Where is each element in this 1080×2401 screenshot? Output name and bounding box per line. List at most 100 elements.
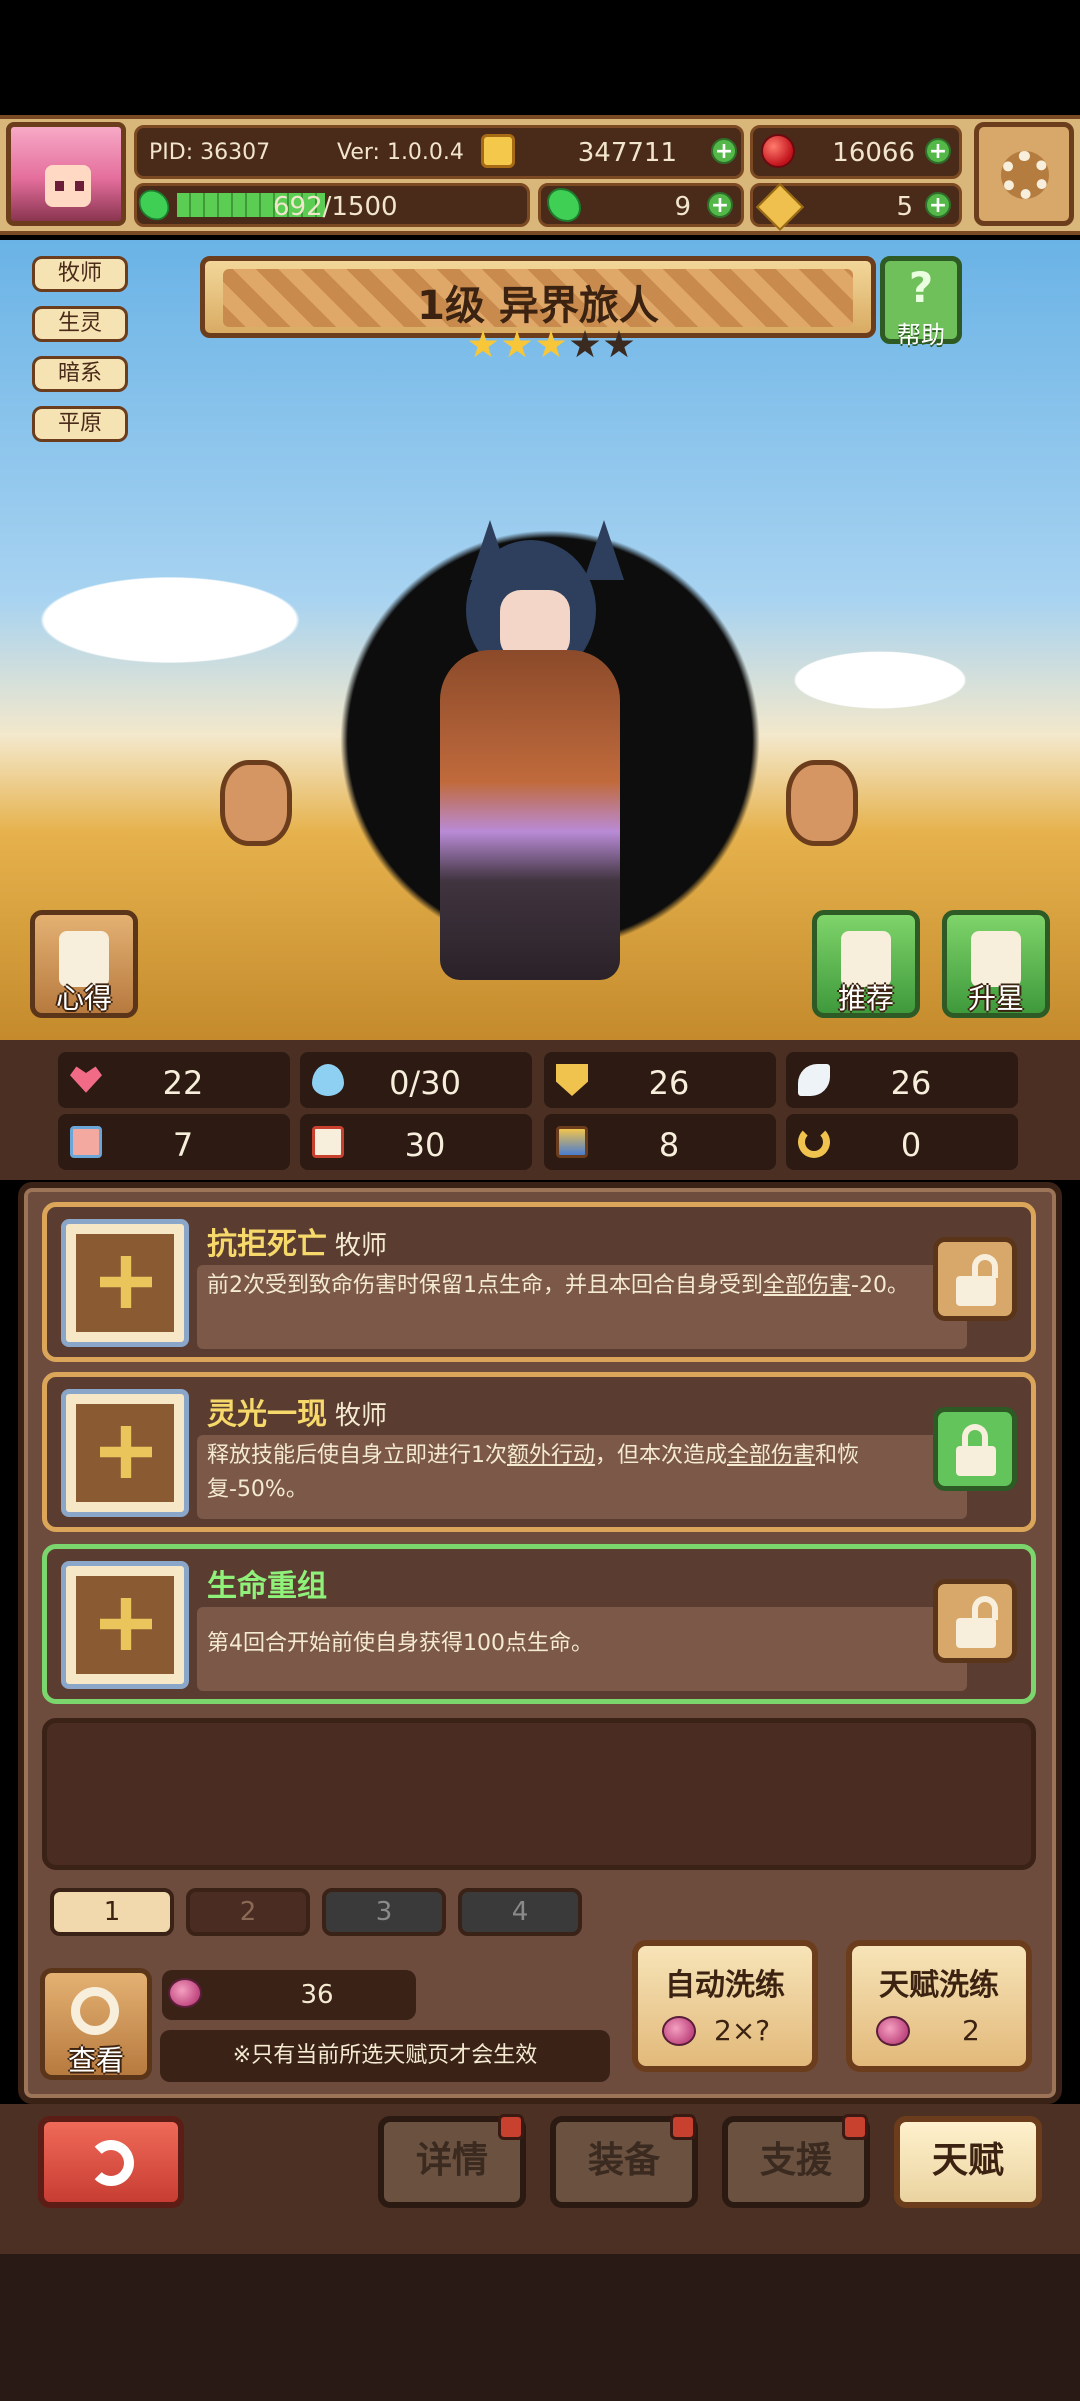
stat-value: 22	[162, 1064, 204, 1102]
desc-text: 前2次受到致命伤害时保留1点生命，并且本回合自身受到	[207, 1273, 763, 1298]
empty-talent-slot	[42, 1718, 1036, 1870]
talent-name: 生命重组	[207, 1561, 327, 1605]
next-hero-button[interactable]	[786, 760, 858, 846]
auto-wash-cost: 2×?	[714, 2014, 771, 2047]
view-label: 查看	[67, 2044, 124, 2077]
auto-wash-button[interactable]: 自动洗练 2×?	[632, 1940, 818, 2072]
exp-bar: 692/1500	[134, 183, 530, 227]
gem-counter: 16066 +	[750, 125, 962, 179]
star-filled-icon	[468, 330, 498, 358]
stat-resist: 8	[544, 1114, 776, 1170]
talent-title: 灵光一现	[207, 1397, 327, 1432]
add-gold-button[interactable]: +	[711, 138, 737, 164]
add-key-button[interactable]: +	[925, 192, 951, 218]
talent-card[interactable]: 灵光一现 牧师 释放技能后使自身立即进行1次额外行动，但本次造成全部伤害和恢复-5…	[42, 1372, 1036, 1532]
avatar-eye	[55, 181, 64, 191]
hammer-icon	[100, 1256, 152, 1308]
tab-page-4[interactable]: 4	[458, 1888, 582, 1936]
settings-button[interactable]	[974, 122, 1074, 226]
unlocked-icon	[972, 1254, 998, 1278]
tab-page-2[interactable]: 2	[186, 1888, 310, 1936]
nav-talent-button[interactable]: 天赋	[894, 2116, 1042, 2208]
keyword-link[interactable]: 额外行动	[507, 1443, 595, 1468]
desc-text: ，但本次造成	[595, 1443, 728, 1468]
stat-value: 30	[404, 1126, 446, 1164]
gem-amount: 16066	[832, 138, 915, 168]
talent-wash-button[interactable]: 天赋洗练 2	[846, 1940, 1032, 2072]
tag-class[interactable]: 牧师	[32, 256, 128, 292]
add-clover-button[interactable]: +	[707, 192, 733, 218]
game-version: Ver: 1.0.0.4	[337, 140, 464, 165]
talent-icon-frame	[61, 1561, 189, 1689]
return-arrow-icon	[88, 2140, 134, 2186]
add-gem-button[interactable]: +	[925, 138, 951, 164]
resource-amount: 36	[300, 1980, 334, 2010]
magnifier-icon	[71, 1987, 119, 2035]
hero-character[interactable]	[440, 650, 620, 980]
nav-equip-label: 装备	[587, 2140, 660, 2181]
tag-race[interactable]: 生灵	[32, 306, 128, 342]
lock-toggle-button[interactable]	[933, 1237, 1017, 1321]
talent-description: 释放技能后使自身立即进行1次额外行动，但本次造成全部伤害和恢复-50%。	[207, 1439, 937, 1507]
nav-support-button[interactable]: 支援	[722, 2114, 870, 2208]
nav-details-button[interactable]: 详情	[378, 2114, 526, 2208]
lock-toggle-button[interactable]	[933, 1407, 1017, 1491]
prev-hero-button[interactable]	[220, 760, 292, 846]
talent-card[interactable]: 生命重组 第4回合开始前使自身获得100点生命。	[42, 1544, 1036, 1704]
avatar-face	[45, 165, 91, 207]
talent-page-note: ※只有当前所选天赋页才会生效	[160, 2030, 610, 2082]
star-empty-icon	[570, 330, 600, 358]
nav-equip-button[interactable]: 装备	[550, 2114, 698, 2208]
help-label: 帮助	[897, 321, 945, 349]
peach-icon	[168, 1978, 202, 2008]
talent-name: 灵光一现 牧师	[207, 1389, 387, 1433]
stat-value: 26	[648, 1064, 690, 1102]
player-id: PID: 36307	[149, 140, 271, 165]
stat-value: 26	[890, 1064, 932, 1102]
view-button[interactable]: 查看	[40, 1968, 152, 2080]
upgrade-star-button[interactable]: 升星	[942, 910, 1050, 1018]
stat-value: 8	[658, 1126, 680, 1164]
stat-defense: 26	[544, 1052, 776, 1108]
gold-coin-icon	[481, 134, 515, 168]
talent-icon-frame	[61, 1389, 189, 1517]
hero-title-plate: 1级 异界旅人	[200, 256, 876, 338]
talent-description: 前2次受到致命伤害时保留1点生命，并且本回合自身受到全部伤害-20。	[207, 1269, 937, 1303]
talent-card[interactable]: 抗拒死亡 牧师 前2次受到致命伤害时保留1点生命，并且本回合自身受到全部伤害-20…	[42, 1202, 1036, 1362]
hammer-icon	[100, 1426, 152, 1478]
lock-toggle-button[interactable]	[933, 1579, 1017, 1663]
key-amount: 5	[896, 192, 913, 222]
tag-element[interactable]: 暗系	[32, 356, 128, 392]
talent-class: 牧师	[335, 1401, 388, 1431]
key-counter: 5 +	[750, 182, 962, 232]
player-avatar[interactable]	[6, 122, 126, 226]
upgrade-star-label: 升星	[967, 982, 1024, 1015]
desc-text: 释放技能后使自身立即进行1次	[207, 1443, 507, 1468]
keyword-link[interactable]: 全部伤害	[763, 1273, 851, 1298]
desc-text: -20。	[851, 1273, 909, 1298]
player-info-row: PID: 36307 Ver: 1.0.0.4 347711 +	[134, 125, 744, 179]
tab-page-1[interactable]: 1	[50, 1888, 174, 1936]
nav-talent-label: 天赋	[931, 2140, 1004, 2181]
hero-tag-list: 牧师 生灵 暗系 平原	[32, 256, 130, 456]
avatar-eye	[75, 181, 84, 191]
nav-details-label: 详情	[415, 2140, 488, 2181]
stat-hp: 22	[58, 1052, 290, 1108]
tag-terrain[interactable]: 平原	[32, 406, 128, 442]
insight-button[interactable]: 心得	[30, 910, 138, 1018]
stat-mana: 0/30	[300, 1052, 532, 1108]
stat-value: 0/30	[389, 1064, 461, 1102]
stat-value: 0	[900, 1126, 922, 1164]
help-button[interactable]: ? 帮助	[880, 256, 962, 349]
back-button[interactable]	[38, 2116, 184, 2208]
recommend-button[interactable]: 推荐	[812, 910, 920, 1018]
stat-attack: 7	[58, 1114, 290, 1170]
star-filled-icon	[536, 330, 566, 358]
tab-page-3[interactable]: 3	[322, 1888, 446, 1936]
notification-dot	[498, 2114, 524, 2140]
gear-icon	[1001, 151, 1049, 199]
stat-magic: 30	[300, 1114, 532, 1170]
question-icon: ?	[908, 263, 934, 312]
keyword-link[interactable]: 全部伤害	[727, 1443, 815, 1468]
clover-icon	[547, 188, 581, 222]
